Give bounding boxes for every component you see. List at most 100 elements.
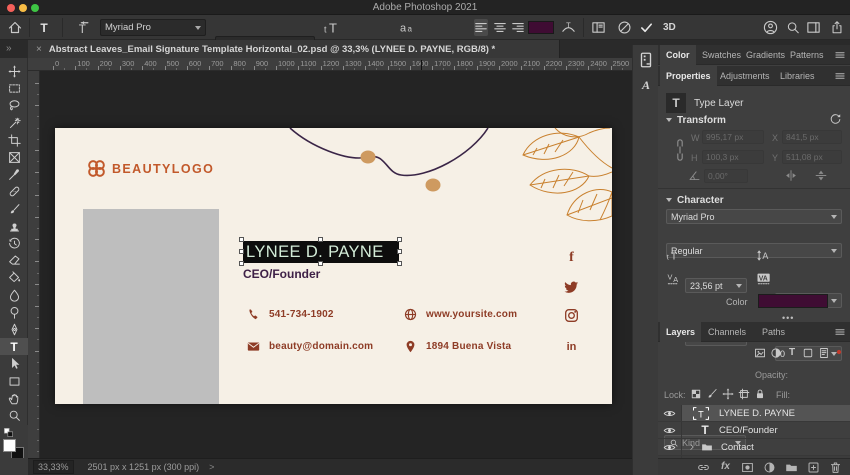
move-tool[interactable]: [0, 63, 28, 80]
lock-all-icon[interactable]: [754, 388, 766, 400]
frame-tool[interactable]: [0, 149, 28, 166]
y-field[interactable]: 511,08 px: [782, 150, 842, 164]
history-brush-tool[interactable]: [0, 235, 28, 252]
character-header[interactable]: Character: [666, 195, 724, 206]
3d-button[interactable]: 3D: [663, 22, 676, 39]
panel-menu-icon[interactable]: [834, 70, 846, 82]
align-left-icon[interactable]: [474, 19, 488, 36]
toggle-panels-icon[interactable]: [591, 19, 606, 36]
tab-properties[interactable]: Properties: [660, 66, 717, 86]
new-layer-icon[interactable]: [807, 461, 820, 474]
character-panel-icon[interactable]: A: [637, 76, 655, 94]
canvas-area[interactable]: BEAUTY LOGO LYNEE D. PAYNE CEO/Founder 54…: [40, 71, 632, 458]
zoom-tool[interactable]: [0, 407, 28, 424]
type-tool[interactable]: T: [0, 338, 28, 356]
delete-layer-icon[interactable]: [829, 461, 842, 474]
home-icon[interactable]: [7, 19, 23, 36]
transform-handle[interactable]: [397, 261, 402, 266]
panel-menu-icon[interactable]: [834, 49, 846, 61]
layer-row-ceo[interactable]: T CEO/Founder: [658, 422, 850, 439]
char-size-select[interactable]: 23,56 pt: [685, 278, 747, 293]
layer-name[interactable]: LYNEE D. PAYNE: [719, 408, 795, 419]
filter-smart-objects-icon[interactable]: [818, 347, 830, 359]
path-selection-tool[interactable]: [0, 355, 28, 372]
document-canvas[interactable]: BEAUTY LOGO LYNEE D. PAYNE CEO/Founder 54…: [55, 128, 612, 404]
horizontal-ruler[interactable]: 0 100 200 300 400 500 600 700 800 900 1000 1100 1200…: [28, 58, 632, 71]
eyedropper-tool[interactable]: [0, 166, 28, 183]
layer-row-lynee[interactable]: T LYNEE D. PAYNE: [658, 405, 850, 422]
commit-edit-icon[interactable]: [639, 19, 654, 36]
filter-adjustment-layers-icon[interactable]: [770, 347, 782, 359]
hand-tool[interactable]: [0, 390, 28, 407]
transform-handle[interactable]: [239, 249, 244, 254]
layer-visibility-icon[interactable]: [663, 407, 676, 420]
group-folder-icon[interactable]: [700, 441, 714, 453]
layer-visibility-icon[interactable]: [663, 441, 676, 454]
tab-overflow-chevrons[interactable]: »: [6, 43, 11, 54]
transform-handle[interactable]: [239, 237, 244, 242]
paint-bucket-tool[interactable]: [0, 269, 28, 286]
blur-tool[interactable]: [0, 287, 28, 304]
constrain-proportions-icon[interactable]: [674, 137, 686, 163]
transform-handle[interactable]: [239, 261, 244, 266]
add-mask-icon[interactable]: [741, 461, 754, 474]
filter-shape-layers-icon[interactable]: [802, 347, 814, 359]
transform-handle[interactable]: [397, 237, 402, 242]
type-layer-thumbnail[interactable]: T: [698, 424, 712, 437]
transform-handle[interactable]: [318, 237, 323, 242]
char-color-swatch[interactable]: [758, 294, 828, 308]
layer-name[interactable]: CEO/Founder: [719, 425, 778, 436]
filter-type-layers-icon[interactable]: T: [786, 347, 798, 359]
eraser-tool[interactable]: [0, 252, 28, 269]
layer-name[interactable]: Contact: [721, 442, 754, 453]
filter-toggle-icon[interactable]: [834, 347, 844, 357]
x-field[interactable]: 841,5 px: [782, 130, 842, 144]
default-colors-icon[interactable]: [3, 427, 14, 438]
group-expand-icon[interactable]: [687, 442, 697, 452]
char-font-style-select[interactable]: Regular: [666, 243, 842, 258]
selected-text-layer[interactable]: LYNEE D. PAYNE: [243, 241, 399, 263]
tab-libraries[interactable]: Libraries: [774, 66, 821, 86]
adjustment-layer-icon[interactable]: [763, 461, 776, 474]
vertical-ruler[interactable]: [28, 71, 40, 458]
search-icon[interactable]: [786, 19, 800, 36]
foreground-color-swatch[interactable]: [3, 439, 16, 452]
text-orientation-icon[interactable]: T: [74, 19, 92, 36]
cancel-edit-icon[interactable]: [617, 19, 632, 36]
tab-channels[interactable]: Channels: [702, 322, 752, 342]
dodge-tool[interactable]: [0, 304, 28, 321]
workspace-switcher-icon[interactable]: [806, 19, 821, 36]
magic-wand-tool[interactable]: [0, 115, 28, 132]
account-icon[interactable]: [763, 19, 778, 36]
flip-vertical-icon[interactable]: [814, 169, 828, 182]
layer-style-icon[interactable]: fx: [719, 461, 732, 474]
history-panel-icon[interactable]: [637, 51, 655, 69]
angle-field[interactable]: 0,00°: [704, 169, 748, 183]
warp-text-icon[interactable]: T: [561, 19, 576, 36]
tab-color[interactable]: Color: [660, 45, 696, 65]
rectangle-tool[interactable]: [0, 373, 28, 390]
char-font-family-select[interactable]: Myriad Pro: [666, 209, 842, 224]
close-document-icon[interactable]: ×: [36, 44, 42, 55]
lock-artboard-icon[interactable]: [738, 388, 750, 400]
width-field[interactable]: 995,17 px: [702, 130, 764, 144]
type-layer-thumbnail[interactable]: T: [690, 406, 712, 421]
clone-stamp-tool[interactable]: [0, 218, 28, 235]
filter-pixel-layers-icon[interactable]: [754, 347, 766, 359]
tab-adjustments[interactable]: Adjustments: [714, 66, 776, 86]
brush-tool[interactable]: [0, 201, 28, 218]
current-tool-type-icon[interactable]: T: [36, 19, 52, 36]
layer-visibility-icon[interactable]: [663, 424, 676, 437]
pen-tool[interactable]: [0, 321, 28, 338]
lock-position-icon[interactable]: [722, 388, 734, 400]
transform-handle[interactable]: [318, 261, 323, 266]
font-family-select[interactable]: Myriad Pro: [100, 19, 206, 36]
document-tab[interactable]: × Abstract Leaves_Email Signature Templa…: [28, 40, 560, 58]
layer-row-contact[interactable]: Contact: [658, 439, 850, 456]
reset-transform-icon[interactable]: [829, 113, 842, 126]
link-layers-icon[interactable]: [697, 461, 710, 474]
flip-horizontal-icon[interactable]: [784, 169, 798, 182]
transform-handle[interactable]: [397, 249, 402, 254]
zoom-level-field[interactable]: 33,33%: [33, 460, 74, 474]
align-center-icon[interactable]: [493, 19, 507, 36]
